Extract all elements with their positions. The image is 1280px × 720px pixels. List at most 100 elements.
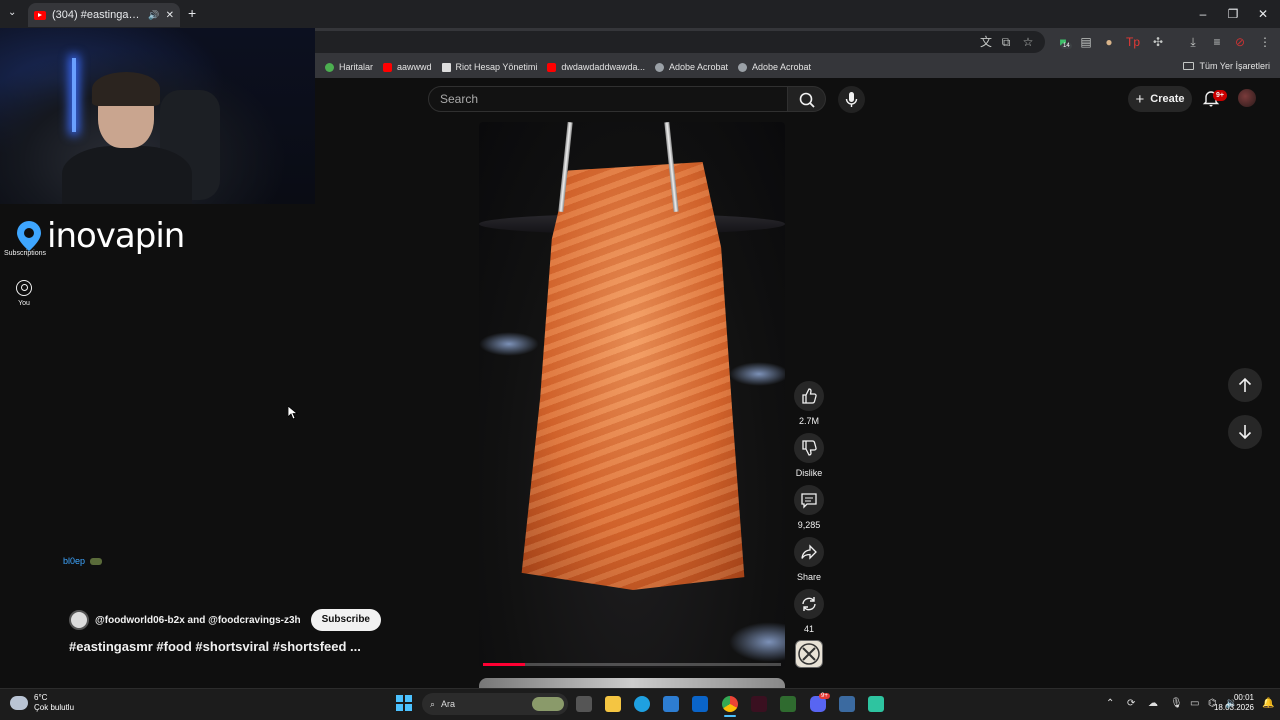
- create-button[interactable]: + Create: [1128, 86, 1192, 112]
- channel-avatar[interactable]: [69, 610, 89, 630]
- chrome-active-indicator: [724, 715, 736, 717]
- restore-button[interactable]: ❐: [1218, 4, 1248, 24]
- windows-start-icon[interactable]: [396, 695, 412, 711]
- video-progress-track[interactable]: [483, 663, 781, 666]
- chat-emote-icon: [90, 557, 103, 565]
- short-video-player[interactable]: [479, 122, 785, 668]
- tab-list-chevron-icon[interactable]: ⌄: [8, 7, 16, 18]
- address-bar[interactable]: [315, 31, 1045, 53]
- chrome-icon[interactable]: [722, 696, 738, 712]
- globe-icon: [738, 62, 748, 72]
- cast-icon[interactable]: ⧉: [998, 34, 1014, 50]
- tray-display-icon[interactable]: ▭: [1190, 698, 1199, 709]
- task-view-icon[interactable]: [576, 696, 592, 712]
- previous-short-button[interactable]: [1228, 368, 1262, 402]
- maps-pin-icon: [325, 62, 334, 72]
- channel-name[interactable]: @foodworld06-b2x and @foodcravings-z3h: [95, 615, 301, 626]
- translate-icon[interactable]: 文: [978, 34, 994, 50]
- discord-badge: 9+: [819, 693, 830, 699]
- extension-badge: 14: [1061, 43, 1072, 49]
- notification-badge: 9+: [1213, 90, 1227, 101]
- app-icon-v[interactable]: [751, 696, 767, 712]
- tray-mic-icon[interactable]: 🎙: [1170, 698, 1183, 709]
- sidebar-you-label[interactable]: You: [16, 300, 32, 307]
- like-count: 2.7M: [798, 416, 819, 426]
- media-controls-icon[interactable]: ≡: [1209, 34, 1225, 50]
- taskbar-clock[interactable]: 00:01 18.03.2026: [1214, 693, 1254, 713]
- store-icon[interactable]: [663, 696, 679, 712]
- extensions-puzzle-icon[interactable]: ✣: [1150, 34, 1166, 50]
- tray-sync-icon[interactable]: ⟳: [1127, 698, 1135, 709]
- chat-username: bl0ep: [63, 556, 86, 566]
- short-title[interactable]: #eastingasmr #food #shortsviral #shortsf…: [69, 639, 361, 654]
- share-button[interactable]: [794, 537, 824, 567]
- sidebar-subscriptions-label[interactable]: Subscriptions: [4, 250, 46, 257]
- extension-icon-3[interactable]: ●: [1101, 34, 1117, 50]
- dislike-button[interactable]: [794, 433, 824, 463]
- sound-logo-icon: [798, 643, 820, 665]
- browser-tab-youtube[interactable]: (304) #eastingasmr #food # 🔊 ✕: [28, 3, 180, 27]
- bookmark-adobe-1[interactable]: Adobe Acrobat: [654, 62, 728, 72]
- voice-search-button[interactable]: [838, 86, 865, 113]
- next-short-button[interactable]: [1228, 415, 1262, 449]
- bookmark-star-icon[interactable]: ☆: [1020, 34, 1036, 50]
- download-icon[interactable]: ⤓: [1185, 34, 1201, 50]
- search-input[interactable]: Search: [428, 86, 788, 112]
- thumbs-up-icon: [802, 388, 817, 404]
- profile-icon[interactable]: ⊘: [1232, 34, 1248, 50]
- app-icon-settings[interactable]: [839, 696, 855, 712]
- account-avatar[interactable]: [1238, 89, 1256, 107]
- bookmark-dwdaw[interactable]: dwdawdaddwawda...: [547, 62, 645, 72]
- taskbar-search[interactable]: ⌕ Ara: [422, 693, 568, 715]
- location-pin-icon: [14, 219, 44, 253]
- bookmark-riot[interactable]: Riot Hesap Yönetimi: [441, 62, 537, 72]
- weather-widget[interactable]: 6°C Çok bulutlu: [10, 693, 74, 713]
- minimize-button[interactable]: –: [1188, 4, 1218, 24]
- arrow-down-icon: [1238, 425, 1252, 440]
- ice-detail: [729, 622, 785, 662]
- tab-title: (304) #eastingasmr #food #: [52, 9, 143, 21]
- clock-time: 00:01: [1233, 693, 1254, 702]
- comments-button[interactable]: [794, 485, 824, 515]
- app-icon-green[interactable]: [780, 696, 796, 712]
- tray-cloud-icon[interactable]: ☁: [1148, 698, 1158, 709]
- bookmark-haritalar[interactable]: Haritalar: [325, 62, 373, 72]
- edge-icon[interactable]: [634, 696, 650, 712]
- app-icon-teal[interactable]: [868, 696, 884, 712]
- youtube-favicon-icon: [34, 10, 46, 20]
- short-channel-row: @foodworld06-b2x and @foodcravings-z3h S…: [69, 609, 381, 631]
- tab-close-icon[interactable]: ✕: [166, 10, 174, 21]
- share-label: Share: [796, 572, 822, 582]
- sound-thumbnail[interactable]: [795, 640, 823, 668]
- close-window-button[interactable]: ✕: [1248, 4, 1278, 24]
- mic-icon: [845, 92, 858, 107]
- you-icon[interactable]: [16, 280, 32, 296]
- like-button[interactable]: [794, 381, 824, 411]
- subscribe-button[interactable]: Subscribe: [310, 609, 381, 631]
- extension-icon-2[interactable]: ▤: [1078, 34, 1094, 50]
- youtube-bookmark-icon: [383, 62, 393, 72]
- temperature: 6°C: [34, 693, 48, 702]
- remix-button[interactable]: [794, 589, 824, 619]
- weather-text: 6°C Çok bulutlu: [34, 693, 74, 713]
- bookmark-adobe-2[interactable]: Adobe Acrobat: [738, 62, 811, 72]
- tray-overflow-icon[interactable]: ⌃: [1106, 698, 1114, 709]
- new-tab-button[interactable]: +: [188, 5, 196, 21]
- search-icon: [799, 92, 815, 108]
- extension-icon-4[interactable]: Tp: [1125, 34, 1141, 50]
- file-explorer-icon[interactable]: [605, 696, 621, 712]
- mouse-cursor-icon: [288, 406, 298, 420]
- share-arrow-icon: [801, 544, 817, 560]
- clock-date: 18.03.2026: [1213, 703, 1254, 712]
- chat-message: bl0ep: [63, 556, 103, 566]
- all-bookmarks-button[interactable]: Tüm Yer İşaretleri: [1183, 61, 1270, 71]
- bookmark-aawwwd[interactable]: aawwwd: [383, 62, 432, 72]
- globe-icon: [654, 62, 664, 72]
- browser-menu-icon[interactable]: ⋮: [1257, 34, 1273, 50]
- logo-text: inovapin: [47, 216, 185, 256]
- outlook-icon[interactable]: [692, 696, 708, 712]
- notification-center-icon[interactable]: 🔔: [1262, 698, 1274, 709]
- plus-icon: +: [1135, 90, 1145, 108]
- search-button[interactable]: [788, 86, 826, 112]
- tab-audio-icon[interactable]: 🔊: [148, 10, 159, 21]
